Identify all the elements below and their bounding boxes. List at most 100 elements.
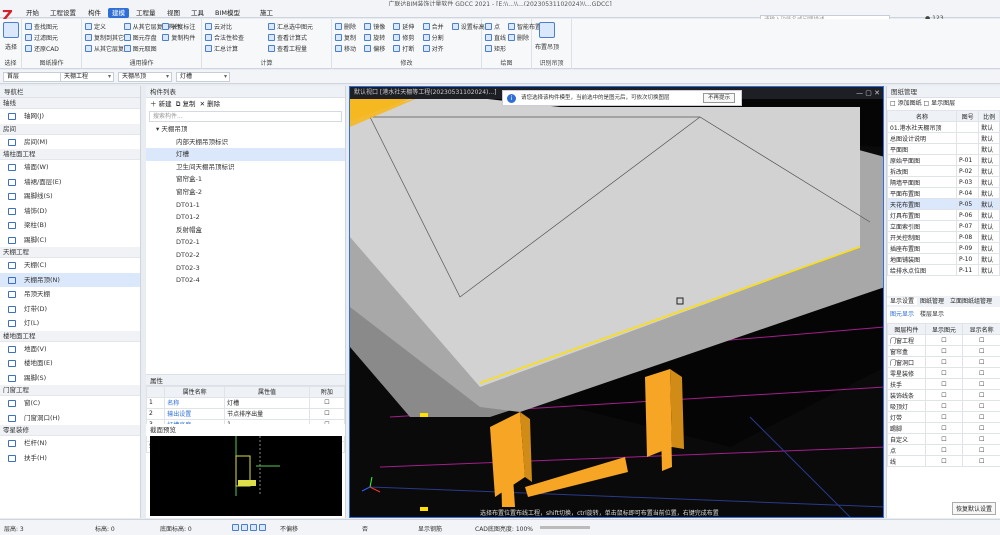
nav-item[interactable]: 门窗洞口(H)	[0, 411, 140, 426]
ribbon-button[interactable]: 查看工程量	[268, 44, 307, 53]
type-select[interactable]: 天棚吊顶	[118, 72, 172, 82]
menu-item[interactable]: 建模	[108, 8, 129, 18]
drawing-row[interactable]: 平面布置图 P-04 默认	[887, 187, 1000, 199]
visibility-checkbox[interactable]: ☐	[962, 400, 1000, 412]
visibility-checkbox[interactable]: ☐	[924, 411, 964, 423]
ribbon-button[interactable]: 长度标注	[162, 22, 195, 31]
nav-item[interactable]: 墙面(W)	[0, 160, 140, 175]
display-row[interactable]: 门窗工程 ☐ ☐	[887, 334, 1000, 346]
ribbon-button[interactable]: 合法性检查	[205, 33, 244, 42]
component-item[interactable]: 灯槽	[146, 148, 345, 161]
nav-item[interactable]: 吊顶天棚	[0, 287, 140, 302]
attach-checkbox[interactable]: ☐	[308, 396, 345, 409]
ribbon-button[interactable]: 查找图元	[25, 22, 58, 31]
nav-item[interactable]: 天棚吊顶(N)	[0, 272, 140, 287]
visibility-checkbox[interactable]: ☐	[924, 422, 964, 434]
menu-item[interactable]: 视图	[163, 8, 184, 18]
display-row[interactable]: 线 ☐ ☐	[887, 455, 1000, 467]
viewport-window-controls[interactable]: — ▢ ✕	[856, 89, 880, 97]
display-row[interactable]: 扶手 ☐ ☐	[887, 378, 1000, 390]
ribbon-button[interactable]: 镜像	[364, 22, 385, 31]
copy-button[interactable]: ⧉ 复制	[176, 100, 196, 108]
visibility-checkbox[interactable]: ☐	[962, 411, 1000, 423]
ribbon-button[interactable]: 过滤图元	[25, 33, 58, 42]
visibility-checkbox[interactable]: ☐	[962, 389, 1000, 401]
new-button[interactable]: ＋ 新建	[150, 100, 172, 108]
panel-tab[interactable]: 显示设置	[887, 298, 918, 305]
component-item[interactable]: DT02-2	[146, 249, 345, 262]
visibility-checkbox[interactable]: ☐	[924, 367, 964, 379]
component-item[interactable]: DT02-3	[146, 262, 345, 275]
ribbon-button[interactable]: 修剪	[393, 33, 414, 42]
menu-item[interactable]: 工程设置	[46, 8, 80, 18]
display-row[interactable]: 零星装修 ☐ ☐	[887, 367, 1000, 379]
visibility-checkbox[interactable]: ☐	[924, 400, 964, 412]
offset-mode[interactable]: 不偏移	[280, 524, 298, 533]
ribbon-button[interactable]: 打断	[393, 44, 414, 53]
display-subtab[interactable]: 图元显示	[887, 311, 917, 318]
nav-item[interactable]: 栏杆(N)	[0, 436, 140, 451]
ribbon-button[interactable]: 延伸	[393, 22, 414, 31]
visibility-checkbox[interactable]: ☐	[924, 444, 964, 456]
ribbon-button[interactable]: 偏移	[364, 44, 385, 53]
nav-item[interactable]: 房间(M)	[0, 135, 140, 150]
display-row[interactable]: 门窗洞口 ☐ ☐	[887, 356, 1000, 368]
drawing-row[interactable]: 地面铺装图 P-10 默认	[887, 253, 1000, 265]
drawing-row[interactable]: 天花布置图 P-05 默认	[887, 198, 1000, 210]
nav-item[interactable]: 踢脚(S)	[0, 371, 140, 386]
nav-item[interactable]: 窗(C)	[0, 396, 140, 411]
visibility-checkbox[interactable]: ☐	[962, 422, 1000, 434]
visibility-checkbox[interactable]: ☐	[962, 444, 1000, 456]
display-row[interactable]: 灯带 ☐ ☐	[887, 411, 1000, 423]
component-item[interactable]: DT02-1	[146, 236, 345, 249]
drawing-row[interactable]: 给排水点位图 P-11 默认	[887, 264, 1000, 276]
component-item[interactable]: 窗帘盒-1	[146, 173, 345, 186]
show-layer-toggle[interactable]: □ 显示图层	[924, 100, 956, 107]
display-row[interactable]: 踢脚 ☐ ☐	[887, 422, 1000, 434]
nav-item[interactable]: 楼地面(E)	[0, 356, 140, 371]
component-item[interactable]: DT01-2	[146, 211, 345, 224]
display-row[interactable]: 自定义 ☐ ☐	[887, 433, 1000, 445]
menu-item[interactable]: 工程量	[132, 8, 160, 18]
reset-default-button[interactable]: 恢复默认设置	[951, 502, 996, 515]
ribbon-button[interactable]: 复制	[335, 33, 356, 42]
ribbon-button[interactable]: 删除	[508, 33, 529, 42]
nav-category[interactable]: 零星装修	[0, 425, 140, 436]
nav-category[interactable]: 轴线	[0, 98, 140, 109]
grid-snap-icon[interactable]	[232, 524, 239, 531]
visibility-checkbox[interactable]: ☐	[924, 433, 964, 445]
ribbon-button[interactable]: 点	[485, 22, 500, 31]
snap-tools[interactable]	[232, 524, 266, 531]
ribbon-button[interactable]: 汇总选中图元	[268, 22, 313, 31]
component-item[interactable]: 窗帘盒-2	[146, 186, 345, 199]
nav-item[interactable]: 灯带(D)	[0, 302, 140, 317]
drawing-row[interactable]: 01.港水社天棚吊顶 默认	[887, 121, 1000, 133]
nav-category[interactable]: 楼地面工程	[0, 330, 140, 342]
visibility-checkbox[interactable]: ☐	[962, 334, 1000, 346]
component-search-input[interactable]: 搜索构件...	[149, 111, 342, 122]
work-plane[interactable]: 否	[362, 524, 368, 533]
ribbon-button[interactable]: 布置吊顶	[535, 22, 559, 51]
nav-item[interactable]: 墙裙/面层(E)	[0, 175, 140, 190]
drawing-row[interactable]: 灯具布置图 P-06 默认	[887, 209, 1000, 221]
drawing-row[interactable]: 平面图 默认	[887, 143, 1000, 155]
ribbon-button[interactable]: 设置标高	[451, 22, 485, 31]
ribbon-button[interactable]: 图元取图	[123, 44, 157, 53]
dynamic-input-icon[interactable]	[259, 524, 266, 531]
visibility-checkbox[interactable]: ☐	[962, 378, 1000, 390]
nav-item[interactable]: 地面(V)	[0, 342, 140, 357]
display-row[interactable]: 窗帘盒 ☐ ☐	[887, 345, 1000, 357]
panel-tab[interactable]: 图纸管理	[917, 298, 947, 305]
visibility-checkbox[interactable]: ☐	[924, 389, 964, 401]
ribbon-button[interactable]: 选择	[3, 22, 19, 51]
component-item[interactable]: DT01-1	[146, 199, 345, 212]
cad-brightness-slider[interactable]	[540, 526, 590, 529]
ribbon-button[interactable]: 分割	[422, 33, 444, 42]
nav-item[interactable]: 灯(L)	[0, 316, 140, 331]
visibility-checkbox[interactable]: ☐	[924, 356, 964, 368]
nav-item[interactable]: 扶手(H)	[0, 451, 140, 466]
nav-item[interactable]: 墙饰(D)	[0, 204, 140, 219]
component-select[interactable]: 灯槽	[176, 72, 230, 82]
nav-category[interactable]: 天棚工程	[0, 247, 140, 258]
component-item[interactable]: 反射帽盒	[146, 224, 345, 237]
